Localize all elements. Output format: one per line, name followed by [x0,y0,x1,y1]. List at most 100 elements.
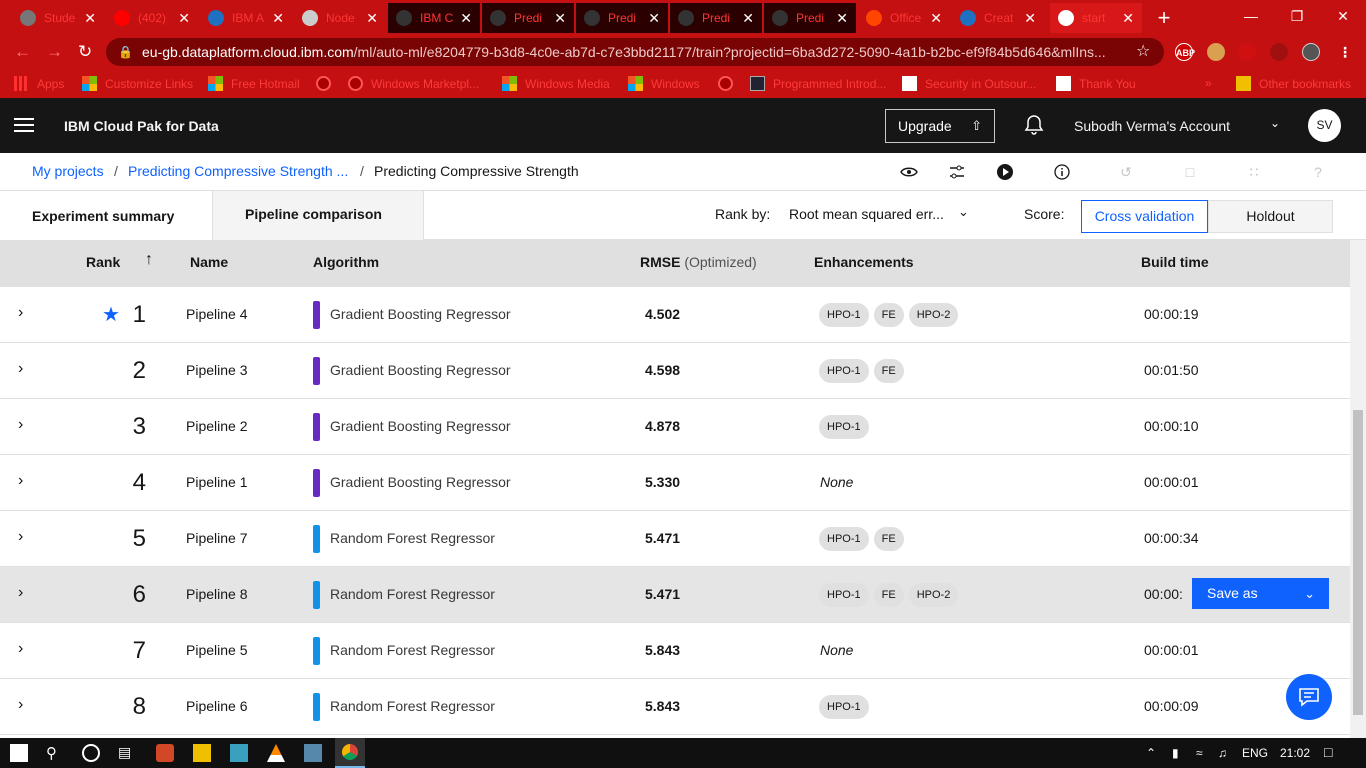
tab-close-icon[interactable]: ✕ [836,10,848,27]
table-row[interactable]: › 7 Pipeline 5 Random Forest Regressor 5.843… [0,623,1350,679]
table-row[interactable]: › 3 Pipeline 2 Gradient Boosting Regressor 4… [0,399,1350,455]
browser-tab[interactable]: IBM A ✕ [200,3,292,33]
history-icon[interactable]: ↺ [1116,162,1136,182]
expand-row-chevron-icon[interactable]: › [18,640,23,658]
tab-close-icon[interactable]: ✕ [178,10,190,27]
table-row[interactable]: › 4 Pipeline 1 Gradient Boosting Regressor 5… [0,455,1350,511]
volume-icon[interactable]: ♫ [1218,746,1227,760]
tab-close-icon[interactable]: ✕ [742,10,754,27]
breadcrumb-my-projects[interactable]: My projects [32,163,104,179]
table-row[interactable]: › ★ 1 Pipeline 4 Gradient Boosting Regressor… [0,287,1350,343]
tab-close-icon[interactable]: ✕ [84,10,96,27]
bookmark-customize-links[interactable]: Customize Links [82,76,193,91]
browser-tab[interactable]: start ✕ [1050,3,1142,33]
bookmark-windows-media[interactable]: Windows Media [502,76,610,91]
bookmark-star-icon[interactable]: ☆ [1136,41,1150,61]
cross-validation-toggle[interactable]: Cross validation [1081,200,1208,233]
task-view-icon[interactable]: ▤ [118,744,136,762]
pipeline-name[interactable]: Pipeline 7 [186,530,248,546]
start-button-icon[interactable] [10,744,28,762]
tab-close-icon[interactable]: ✕ [1024,10,1036,27]
table-row[interactable]: › 6 Pipeline 8 Random Forest Regressor 5.471… [0,567,1350,623]
bookmark-windows-marketplace[interactable]: Windows Marketpl... [348,76,479,91]
column-enhancements[interactable]: Enhancements [814,254,914,270]
browser-tab[interactable]: IBM C ✕ [388,3,480,33]
browser-tab[interactable]: Predi ✕ [576,3,668,33]
column-rmse[interactable]: RMSE (Optimized) [640,254,757,270]
notification-bell-icon[interactable] [1022,113,1046,137]
bookmark-globe-2[interactable] [718,76,741,91]
table-row[interactable]: › 5 Pipeline 7 Random Forest Regressor 5.471… [0,511,1350,567]
media-extension-icon[interactable] [1270,43,1288,61]
pipeline-name[interactable]: Pipeline 6 [186,698,248,714]
expand-row-chevron-icon[interactable]: › [18,584,23,602]
bookmark-globe[interactable] [316,76,339,91]
file-explorer-icon[interactable] [193,744,211,762]
browser-tab[interactable]: Office ✕ [858,3,950,33]
action-center-icon[interactable]: □ [1324,744,1332,760]
brand-title[interactable]: IBM Cloud Pak for Data [64,118,219,134]
upgrade-button[interactable]: Upgrade ⇧ [885,109,995,143]
pipeline-name[interactable]: Pipeline 2 [186,418,248,434]
info-icon[interactable] [1052,162,1072,182]
browser-menu-icon[interactable]: ⋮ [1336,43,1354,61]
comment-icon[interactable]: □ [1180,162,1200,182]
bookmark-programmed-intro[interactable]: Programmed Introd... [750,76,886,91]
settings-sliders-icon[interactable] [947,162,967,182]
browser-tab[interactable]: Node ✕ [294,3,386,33]
sort-arrow-up-icon[interactable]: ↑ [145,251,153,269]
puzzle-extension-icon[interactable] [1238,43,1256,61]
tab-close-icon[interactable]: ✕ [460,10,472,27]
browser-tab[interactable]: Predi ✕ [482,3,574,33]
avatar[interactable]: SV [1308,109,1341,142]
tab-experiment-summary[interactable]: Experiment summary [0,191,212,240]
url-input[interactable]: 🔒 eu-gb.dataplatform.cloud.ibm.com/ml/au… [106,38,1164,66]
account-switcher[interactable]: Subodh Verma's Account [1074,118,1230,134]
back-icon[interactable]: ← [14,42,31,62]
browser-tab[interactable]: Stude ✕ [12,3,104,33]
expand-row-chevron-icon[interactable]: › [18,472,23,490]
chevron-down-icon[interactable]: ⌄ [1304,578,1315,609]
remote-desktop-icon[interactable] [304,744,322,762]
clock[interactable]: 21:02 [1280,746,1310,760]
wifi-icon[interactable]: ≈ [1196,746,1203,760]
browser-tab[interactable]: Predi ✕ [764,3,856,33]
expand-row-chevron-icon[interactable]: › [18,416,23,434]
expand-row-chevron-icon[interactable]: › [18,696,23,714]
save-as-button[interactable]: Save as ⌄ [1192,578,1329,609]
close-window-button[interactable]: ✕ [1320,0,1366,32]
pipeline-name[interactable]: Pipeline 5 [186,642,248,658]
column-rank[interactable]: Rank [86,254,120,270]
bookmark-security-outsourcing[interactable]: Security in Outsour... [902,76,1036,91]
integrations-icon[interactable]: ∷ [1244,162,1264,182]
battery-icon[interactable]: ▮ [1172,746,1179,760]
vlc-icon[interactable] [267,744,285,762]
expand-row-chevron-icon[interactable]: › [18,528,23,546]
search-icon[interactable]: ⚲ [46,744,64,762]
cortana-icon[interactable] [82,744,100,762]
calendar-app-icon[interactable] [230,744,248,762]
pipeline-name[interactable]: Pipeline 4 [186,306,248,322]
tab-close-icon[interactable]: ✕ [366,10,378,27]
tab-close-icon[interactable]: ✕ [648,10,660,27]
holdout-toggle[interactable]: Holdout [1208,200,1333,233]
browser-tab[interactable]: Predi ✕ [670,3,762,33]
bookmark-apps[interactable]: Apps [14,76,64,91]
maximize-button[interactable]: ❐ [1274,0,1320,32]
breadcrumb-project[interactable]: Predicting Compressive Strength ... [128,163,348,179]
help-icon[interactable]: ? [1308,162,1328,182]
bookmark-free-hotmail[interactable]: Free Hotmail [208,76,300,91]
chevron-down-icon[interactable]: ⌄ [1270,116,1280,130]
bookmark-other[interactable]: Other bookmarks [1236,76,1351,91]
pipeline-name[interactable]: Pipeline 1 [186,474,248,490]
browser-tab[interactable]: Creat ✕ [952,3,1044,33]
scrollbar[interactable] [1350,240,1366,738]
column-algorithm[interactable]: Algorithm [313,254,379,270]
new-tab-button[interactable]: + [1152,5,1176,31]
tab-close-icon[interactable]: ✕ [554,10,566,27]
minimize-button[interactable]: — [1228,0,1274,32]
tab-pipeline-comparison[interactable]: Pipeline comparison [212,191,424,240]
expand-row-chevron-icon[interactable]: › [18,304,23,322]
chevron-down-icon[interactable]: ⌄ [958,204,969,220]
pipeline-name[interactable]: Pipeline 8 [186,586,248,602]
